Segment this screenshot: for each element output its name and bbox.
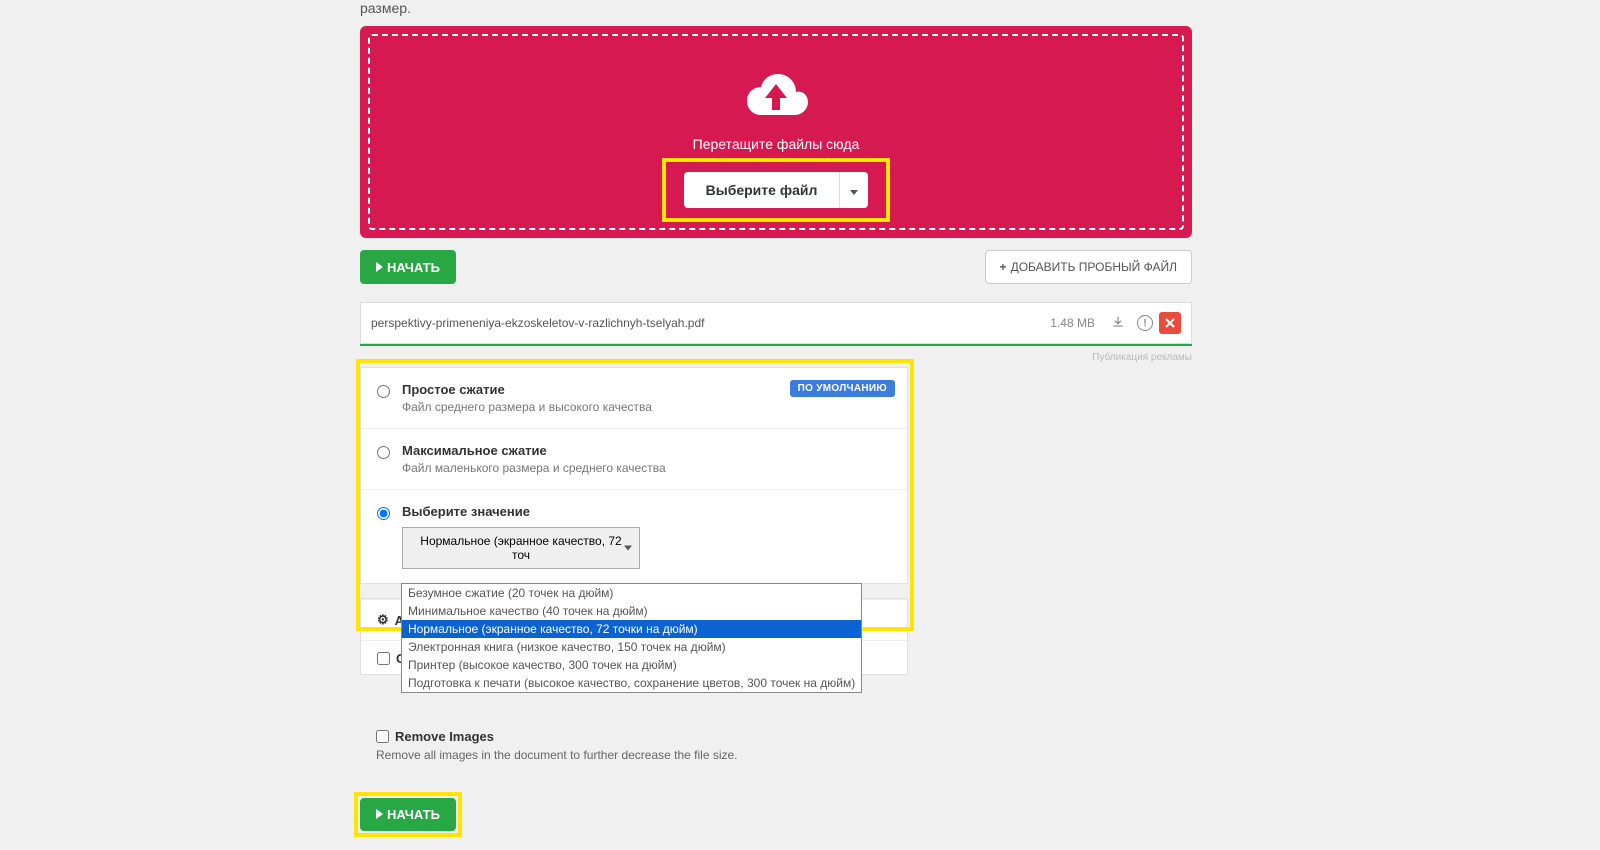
radio-custom[interactable]	[377, 507, 390, 520]
download-icon[interactable]	[1111, 315, 1125, 332]
select-file-button[interactable]: Выберите файл	[684, 172, 840, 208]
grayscale-checkbox[interactable]	[377, 652, 390, 665]
remove-file-button[interactable]	[1159, 312, 1181, 334]
start-button-bottom[interactable]: НАЧАТЬ	[360, 798, 456, 831]
intro-text-fragment: размер.	[360, 0, 1192, 16]
dropdown-option-minimal[interactable]: Минимальное качество (40 точек на дюйм)	[402, 602, 861, 620]
file-name: perspektivy-primeneniya-ekzoskeletov-v-r…	[371, 316, 1050, 330]
remove-images-label: Remove Images	[395, 729, 494, 744]
dropzone-text: Перетащите файлы сюда	[390, 136, 1162, 152]
option-custom-title: Выберите значение	[402, 504, 891, 519]
file-size: 1.48 MB	[1050, 316, 1095, 330]
option-simple-desc: Файл среднего размера и высокого качеств…	[402, 400, 891, 414]
dropdown-option-printer[interactable]: Принтер (высокое качество, 300 точек на …	[402, 656, 861, 674]
option-max-compression[interactable]: Максимальное сжатие Файл маленького разм…	[361, 429, 907, 490]
option-max-title: Максимальное сжатие	[402, 443, 891, 458]
radio-simple[interactable]	[377, 385, 390, 398]
dropdown-option-prepress[interactable]: Подготовка к печати (высокое качество, с…	[402, 674, 861, 692]
cloud-upload-icon	[741, 66, 811, 126]
dropdown-option-insane[interactable]: Безумное сжатие (20 точек на дюйм)	[402, 584, 861, 602]
sample-button-label: ДОБАВИТЬ ПРОБНЫЙ ФАЙЛ	[1011, 260, 1177, 274]
uploaded-file-row: perspektivy-primeneniya-ekzoskeletov-v-r…	[360, 302, 1192, 344]
chevron-right-icon	[376, 260, 383, 275]
dropdown-option-ebook[interactable]: Электронная книга (низкое качество, 150 …	[402, 638, 861, 656]
chevron-right-icon	[376, 807, 383, 822]
gear-icon	[377, 612, 389, 628]
ad-disclosure-text: Публикация рекламы	[360, 352, 1192, 363]
chevron-down-icon	[850, 183, 858, 198]
remove-images-checkbox[interactable]	[376, 730, 389, 743]
option-max-desc: Файл маленького размера и среднего качес…	[402, 461, 891, 475]
compression-options-panel: Простое сжатие Файл среднего размера и в…	[360, 367, 908, 584]
preset-select[interactable]: Нормальное (экранное качество, 72 точ	[402, 527, 640, 569]
option-custom-value[interactable]: Выберите значение Нормальное (экранное к…	[361, 490, 907, 583]
remove-images-desc: Remove all images in the document to fur…	[376, 748, 892, 762]
select-file-dropdown-button[interactable]	[839, 172, 868, 208]
ad-sidebar-space	[926, 363, 1192, 831]
option-simple-compression[interactable]: Простое сжатие Файл среднего размера и в…	[361, 368, 907, 429]
start-button-label: НАЧАТЬ	[387, 260, 440, 275]
default-badge: ПО УМОЛЧАНИЮ	[790, 380, 895, 397]
radio-max[interactable]	[377, 446, 390, 459]
start-button-top[interactable]: НАЧАТЬ	[360, 250, 456, 284]
plus-icon	[1000, 260, 1007, 274]
preset-dropdown-list[interactable]: Безумное сжатие (20 точек на дюйм) Миним…	[401, 583, 862, 693]
dropdown-option-normal[interactable]: Нормальное (экранное качество, 72 точки …	[402, 620, 861, 638]
file-dropzone[interactable]: Перетащите файлы сюда Выберите файл	[360, 26, 1192, 238]
add-sample-file-button[interactable]: ДОБАВИТЬ ПРОБНЫЙ ФАЙЛ	[985, 250, 1192, 284]
start-button-label-bottom: НАЧАТЬ	[387, 807, 440, 822]
info-icon[interactable]: !	[1137, 315, 1153, 331]
